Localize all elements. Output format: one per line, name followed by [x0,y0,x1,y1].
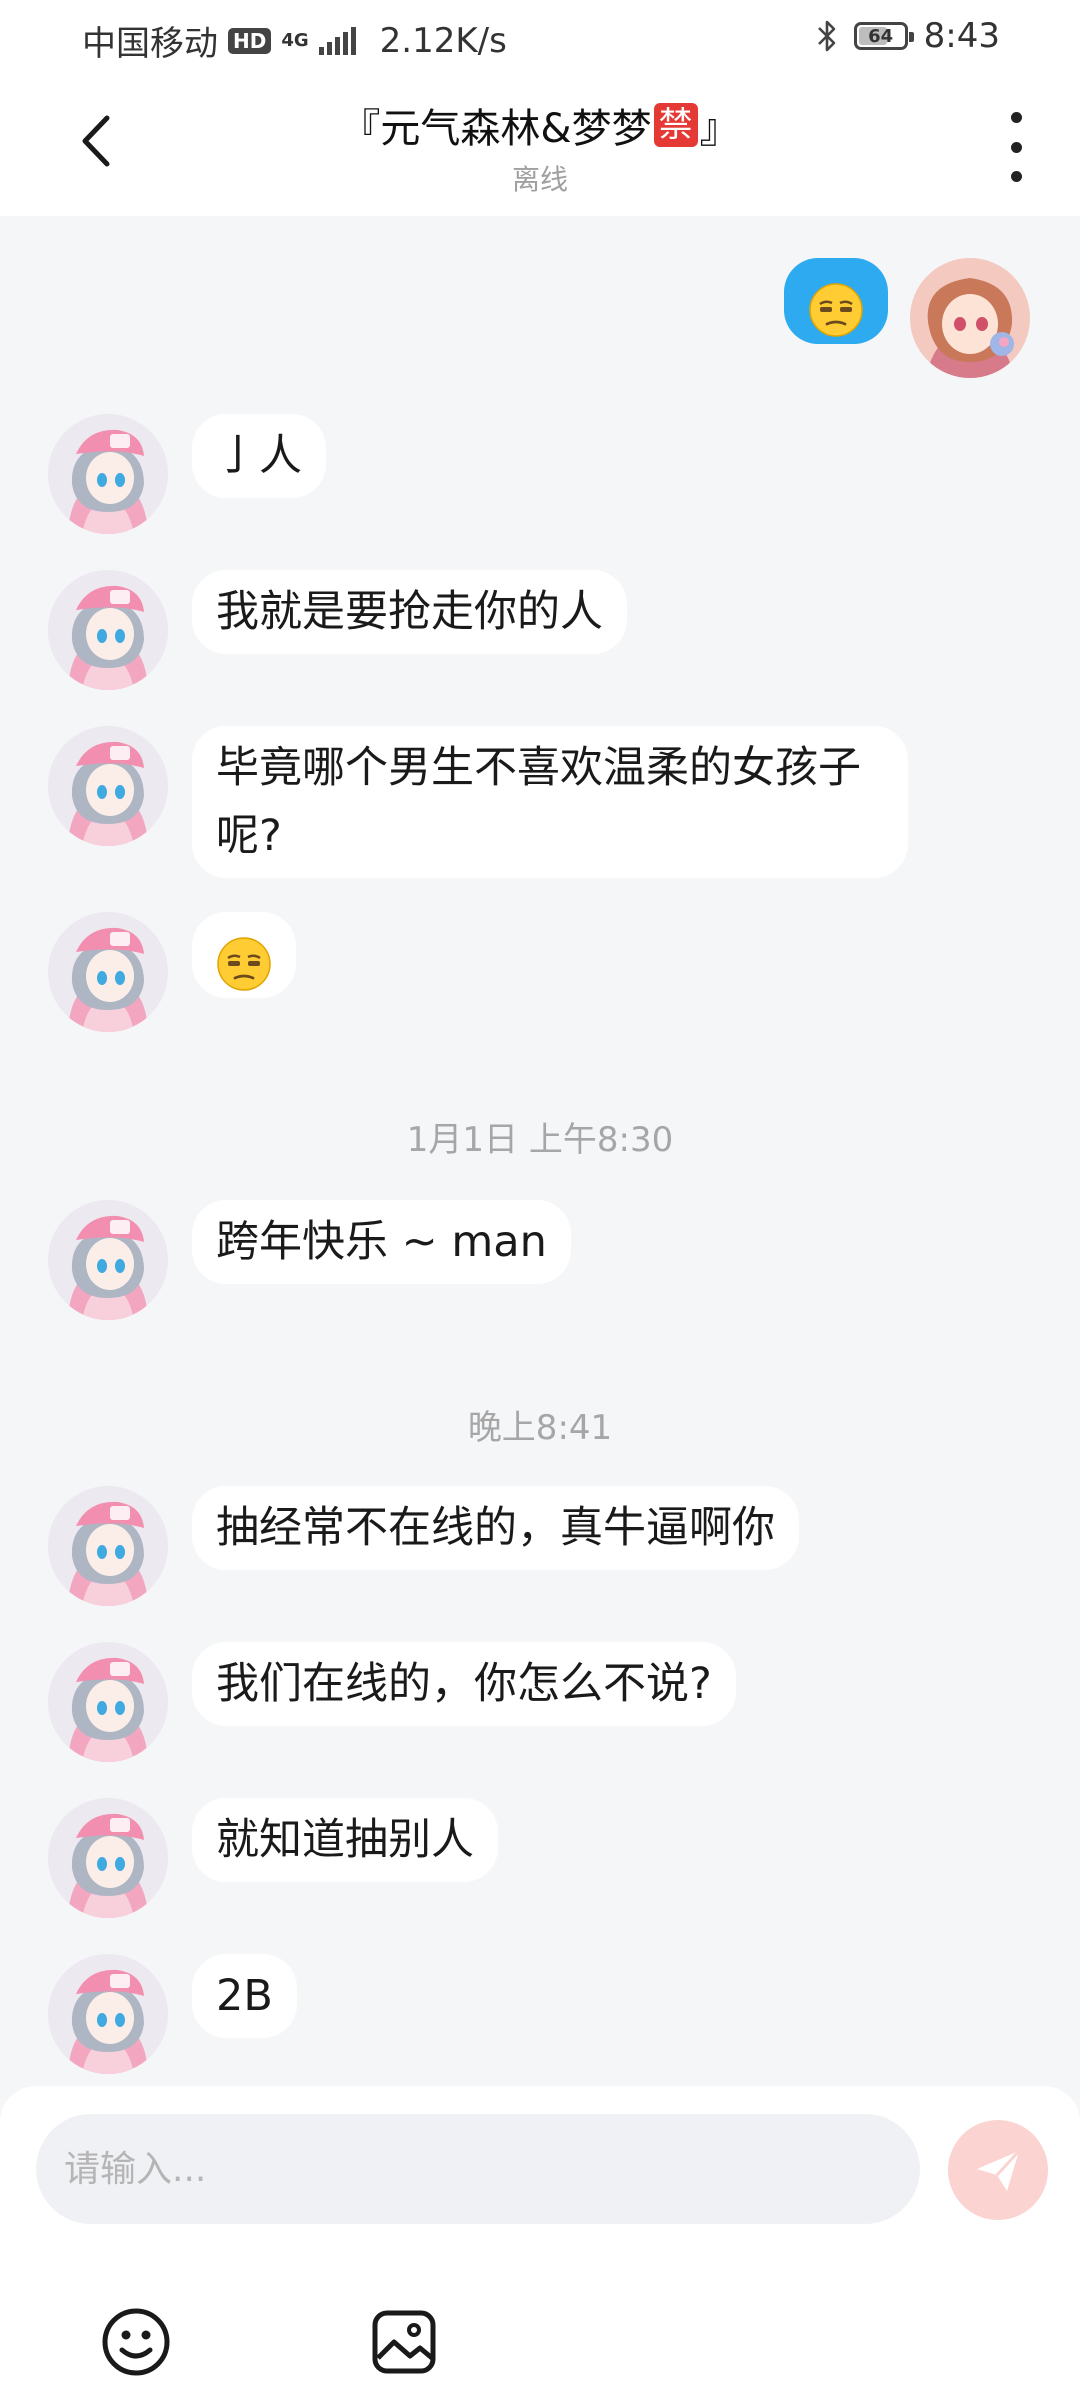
ban-badge: 禁 [653,103,698,147]
message-bubble[interactable]: 我就是要抢走你的人 [192,570,627,654]
online-status: 离线 [511,163,568,196]
message-row-incoming: 就知道抽别人 [0,1798,1080,1928]
unamused-face-icon [808,282,864,337]
contact-avatar[interactable] [48,414,168,534]
message-bubble[interactable] [784,258,888,344]
message-row-incoming: 2B [0,1954,1080,2084]
contact-avatar[interactable] [48,1486,168,1606]
battery-level: 64 [868,25,894,47]
unamused-face-icon [216,936,272,991]
timestamp-divider: 1月1日 上午8:30 [406,1120,674,1160]
contact-avatar[interactable] [48,1798,168,1918]
paper-plane-icon [977,2149,1021,2191]
message-row-incoming: 毕竟哪个男生不喜欢温柔的女孩子呢? [0,726,1080,886]
chat-title-suffix: 』 [699,106,740,152]
message-bubble[interactable]: 毕竟哪个男生不喜欢温柔的女孩子呢? [192,726,908,878]
more-options-button[interactable] [996,112,1036,182]
message-row-incoming [0,912,1080,1042]
image-picker-button[interactable] [364,2302,444,2382]
contact-avatar[interactable] [48,726,168,846]
carrier-name: 中国移动 [82,24,218,64]
contact-avatar[interactable] [48,912,168,1032]
message-bubble[interactable]: 亅人 [192,414,326,498]
chat-title: 『元气森林&梦梦 禁 』 [340,96,740,154]
chevron-left-icon [82,115,110,167]
contact-avatar[interactable] [48,570,168,690]
more-vertical-icon [1010,112,1022,123]
message-bubble[interactable]: 跨年快乐 ~ man [192,1200,571,1284]
contact-avatar[interactable] [48,1954,168,2074]
smiley-icon [102,2308,170,2376]
message-row-incoming: 我们在线的，你怎么不说? [0,1642,1080,1772]
my-avatar[interactable] [910,258,1030,378]
message-row-incoming: 抽经常不在线的，真牛逼啊你 [0,1486,1080,1616]
message-input[interactable] [36,2114,920,2224]
status-right: 64 8:43 [816,16,1000,56]
clock: 8:43 [923,16,1000,56]
chat-header: 『元气森林&梦梦 禁 』 离线 [0,72,1080,216]
chat-title-block: 『元气森林&梦梦 禁 』 离线 [200,96,880,198]
message-row-incoming: 亅人 [0,414,1080,544]
composer [0,2086,1080,2400]
contact-avatar[interactable] [48,1642,168,1762]
network-speed: 2.12K/s [379,20,507,61]
image-icon [372,2310,436,2374]
message-bubble[interactable]: 2B [192,1954,297,2038]
back-button[interactable] [66,106,126,176]
chat-title-text: 『元气森林&梦梦 [340,106,652,152]
timestamp-divider: 晚上8:41 [467,1408,613,1448]
signal-icon [318,26,356,55]
bluetooth-icon [817,20,835,52]
status-bar: 中国移动 HD 4G 2.12K/s 64 8:43 [0,0,1080,72]
message-bubble[interactable]: 我们在线的，你怎么不说? [192,1642,736,1726]
message-row-outgoing [0,258,1080,388]
message-list[interactable]: 亅人 我就是要抢走你的人 毕竟哪个男生不喜欢温柔的女孩子呢? 1月1日 上午8:… [0,216,1080,2086]
message-bubble[interactable]: 抽经常不在线的，真牛逼啊你 [192,1486,799,1570]
message-bubble[interactable] [192,912,296,998]
message-bubble[interactable]: 就知道抽别人 [192,1798,498,1882]
message-row-incoming: 跨年快乐 ~ man [0,1200,1080,1330]
hd-badge: HD [228,27,272,54]
message-row-incoming: 我就是要抢走你的人 [0,570,1080,700]
battery-icon: 64 [853,22,914,50]
contact-avatar[interactable] [48,1200,168,1320]
status-left: 中国移动 HD 4G 2.12K/s [82,16,507,65]
send-button[interactable] [948,2120,1048,2220]
network-type: 4G [281,29,309,51]
emoji-button[interactable] [96,2302,176,2382]
